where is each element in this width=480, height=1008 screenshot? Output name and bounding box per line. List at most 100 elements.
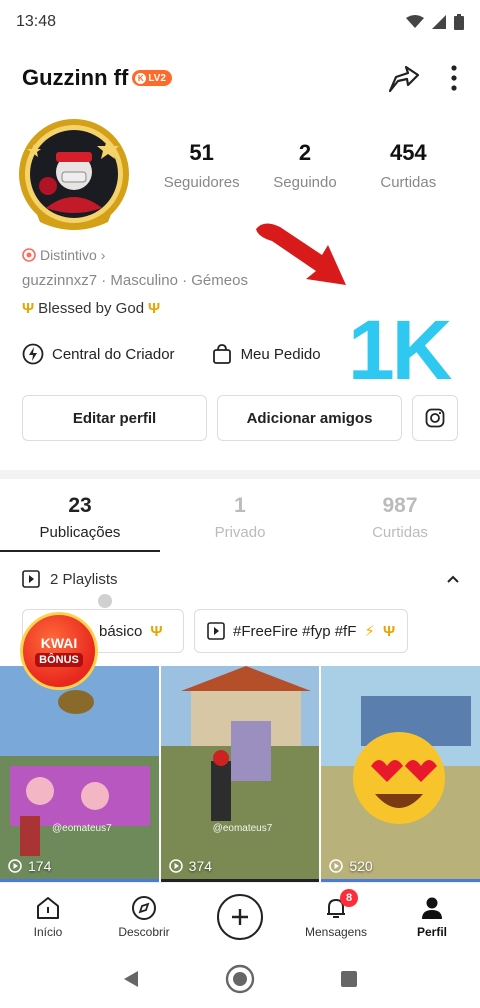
add-friends-button[interactable]: Adicionar amigos: [217, 395, 402, 441]
tab-count: 1: [234, 494, 246, 517]
nav-label: Perfil: [416, 924, 447, 939]
profile-name: Guzzinn ff: [22, 65, 129, 90]
wifi-icon: [406, 15, 424, 28]
playlist-chip-label: #FreeFire #fyp #fF: [233, 622, 357, 640]
video-grid: @eomateus7 174 @eomateus7 374 520: [0, 666, 480, 882]
trident-icon: Ψ: [382, 622, 396, 640]
stat-followers[interactable]: 51 Seguidores: [152, 140, 252, 191]
profile-header: Guzzinn ff K LV2: [0, 52, 480, 104]
add-icon: [217, 893, 263, 940]
distintivo-link[interactable]: Distintivo ›: [22, 247, 105, 263]
red-arrow-icon: [256, 223, 346, 285]
stat-value: 2: [298, 140, 312, 165]
stat-value: 454: [389, 140, 427, 165]
more-options-icon[interactable]: [450, 64, 458, 92]
play-icon: [8, 859, 22, 873]
tab-label: Curtidas: [372, 524, 428, 541]
system-navigation: [0, 950, 480, 1008]
stat-label: Seguidores: [163, 174, 240, 191]
kwai-bonus-line1: KWAI: [40, 635, 78, 651]
person-icon: [422, 897, 442, 919]
avatar[interactable]: [16, 116, 132, 232]
my-orders-label: Meu Pedido: [240, 345, 321, 363]
playlist-icon: [22, 570, 40, 588]
nav-label: Início: [33, 924, 63, 939]
playlist-chip-label: básico: [99, 622, 143, 640]
profile-buttons: Editar perfil Adicionar amigos: [22, 395, 458, 441]
kwai-bonus-line2: BÔNUS: [35, 653, 83, 667]
chevron-up-icon[interactable]: [446, 571, 460, 588]
stat-value: 51: [189, 140, 214, 165]
kwai-bonus-badge[interactable]: KWAI BÔNUS: [20, 612, 98, 690]
distintivo-label: Distintivo: [40, 247, 97, 263]
status-time: 13:48: [16, 13, 57, 30]
recents-icon[interactable]: [340, 970, 358, 988]
tab-count: 987: [382, 494, 418, 517]
lightning-emoji-icon: ⚡: [364, 623, 375, 640]
section-divider: [0, 470, 480, 479]
status-bar: 13:48: [0, 0, 480, 44]
back-icon[interactable]: [122, 969, 140, 989]
video-frame-image: [321, 666, 480, 882]
creator-center-link[interactable]: Central do Criador: [22, 343, 175, 365]
tab-label: Privado: [214, 524, 266, 541]
play-icon: [168, 859, 183, 873]
playlist-chip-freefire[interactable]: #FreeFire #fyp #fF ⚡ Ψ: [194, 609, 409, 653]
nav-create[interactable]: [192, 893, 288, 940]
video-views: 174: [8, 858, 51, 874]
tab-privado[interactable]: 1 Privado: [160, 480, 320, 552]
home-icon: [37, 896, 59, 919]
tab-curtidas[interactable]: 987 Curtidas: [320, 480, 480, 552]
nav-descobrir[interactable]: Descobrir: [96, 895, 192, 939]
instagram-icon: [425, 408, 445, 428]
tab-publicacoes[interactable]: 23 Publicações: [0, 480, 160, 552]
profile-stats: 51 Seguidores 2 Seguindo 454 Curtidas: [150, 140, 460, 191]
signal-icon: [432, 15, 446, 29]
instagram-button[interactable]: [412, 395, 458, 441]
battery-icon: [454, 14, 464, 30]
profile-sign: Gémeos: [191, 272, 248, 289]
status-icons: [406, 14, 464, 30]
video-view-count: 520: [349, 858, 373, 874]
nav-perfil[interactable]: Perfil: [384, 895, 480, 939]
profile-handle: guzzinnxz7: [22, 272, 98, 289]
close-bonus-icon[interactable]: [98, 594, 112, 608]
video-watermark: @eomateus7: [212, 823, 273, 834]
bottom-navigation: Início Descobrir 8 Mensagens Perfil: [0, 882, 480, 950]
video-thumbnail[interactable]: @eomateus7 374: [160, 666, 320, 882]
stat-likes[interactable]: 454 Curtidas: [358, 140, 458, 191]
tab-label: Publicações: [39, 524, 121, 541]
separator: ·: [101, 272, 111, 289]
nav-label: Mensagens: [304, 924, 368, 939]
profile-bio: Ψ Blessed by God Ψ: [22, 300, 160, 317]
stat-label: Curtidas: [380, 174, 437, 191]
bio-text: Blessed by God: [38, 300, 145, 317]
video-thumbnail[interactable]: 520: [321, 666, 480, 882]
video-frame-image: [0, 666, 159, 882]
notification-badge: 8: [340, 888, 358, 907]
stat-following[interactable]: 2 Seguindo: [255, 140, 355, 191]
nav-mensagens[interactable]: 8 Mensagens: [288, 888, 384, 939]
playlist-icon: [207, 622, 225, 640]
badge-icon: [22, 248, 36, 262]
trident-icon: Ψ: [22, 300, 35, 317]
video-view-count: 174: [28, 858, 52, 874]
overlay-1k-text: 1K: [348, 303, 452, 397]
nav-label: Descobrir: [118, 924, 170, 939]
profile-tabs: 23 Publicações 1 Privado 987 Curtidas: [0, 480, 480, 552]
lightning-icon: [22, 343, 44, 365]
chevron-right-icon: ›: [100, 247, 106, 263]
my-orders-link[interactable]: Meu Pedido: [211, 343, 321, 365]
creator-links: Central do Criador Meu Pedido: [22, 343, 321, 365]
video-views: 374: [168, 858, 212, 874]
video-views: 520: [329, 858, 373, 874]
nav-inicio[interactable]: Início: [0, 895, 96, 939]
tab-count: 23: [68, 494, 92, 517]
home-button-icon[interactable]: [224, 963, 256, 995]
playlists-header[interactable]: 2 Playlists: [22, 570, 460, 588]
share-icon[interactable]: [388, 63, 420, 93]
compass-icon: [132, 895, 156, 920]
video-thumbnail[interactable]: @eomateus7 174: [0, 666, 159, 882]
edit-profile-button[interactable]: Editar perfil: [22, 395, 207, 441]
separator: ·: [182, 272, 192, 289]
